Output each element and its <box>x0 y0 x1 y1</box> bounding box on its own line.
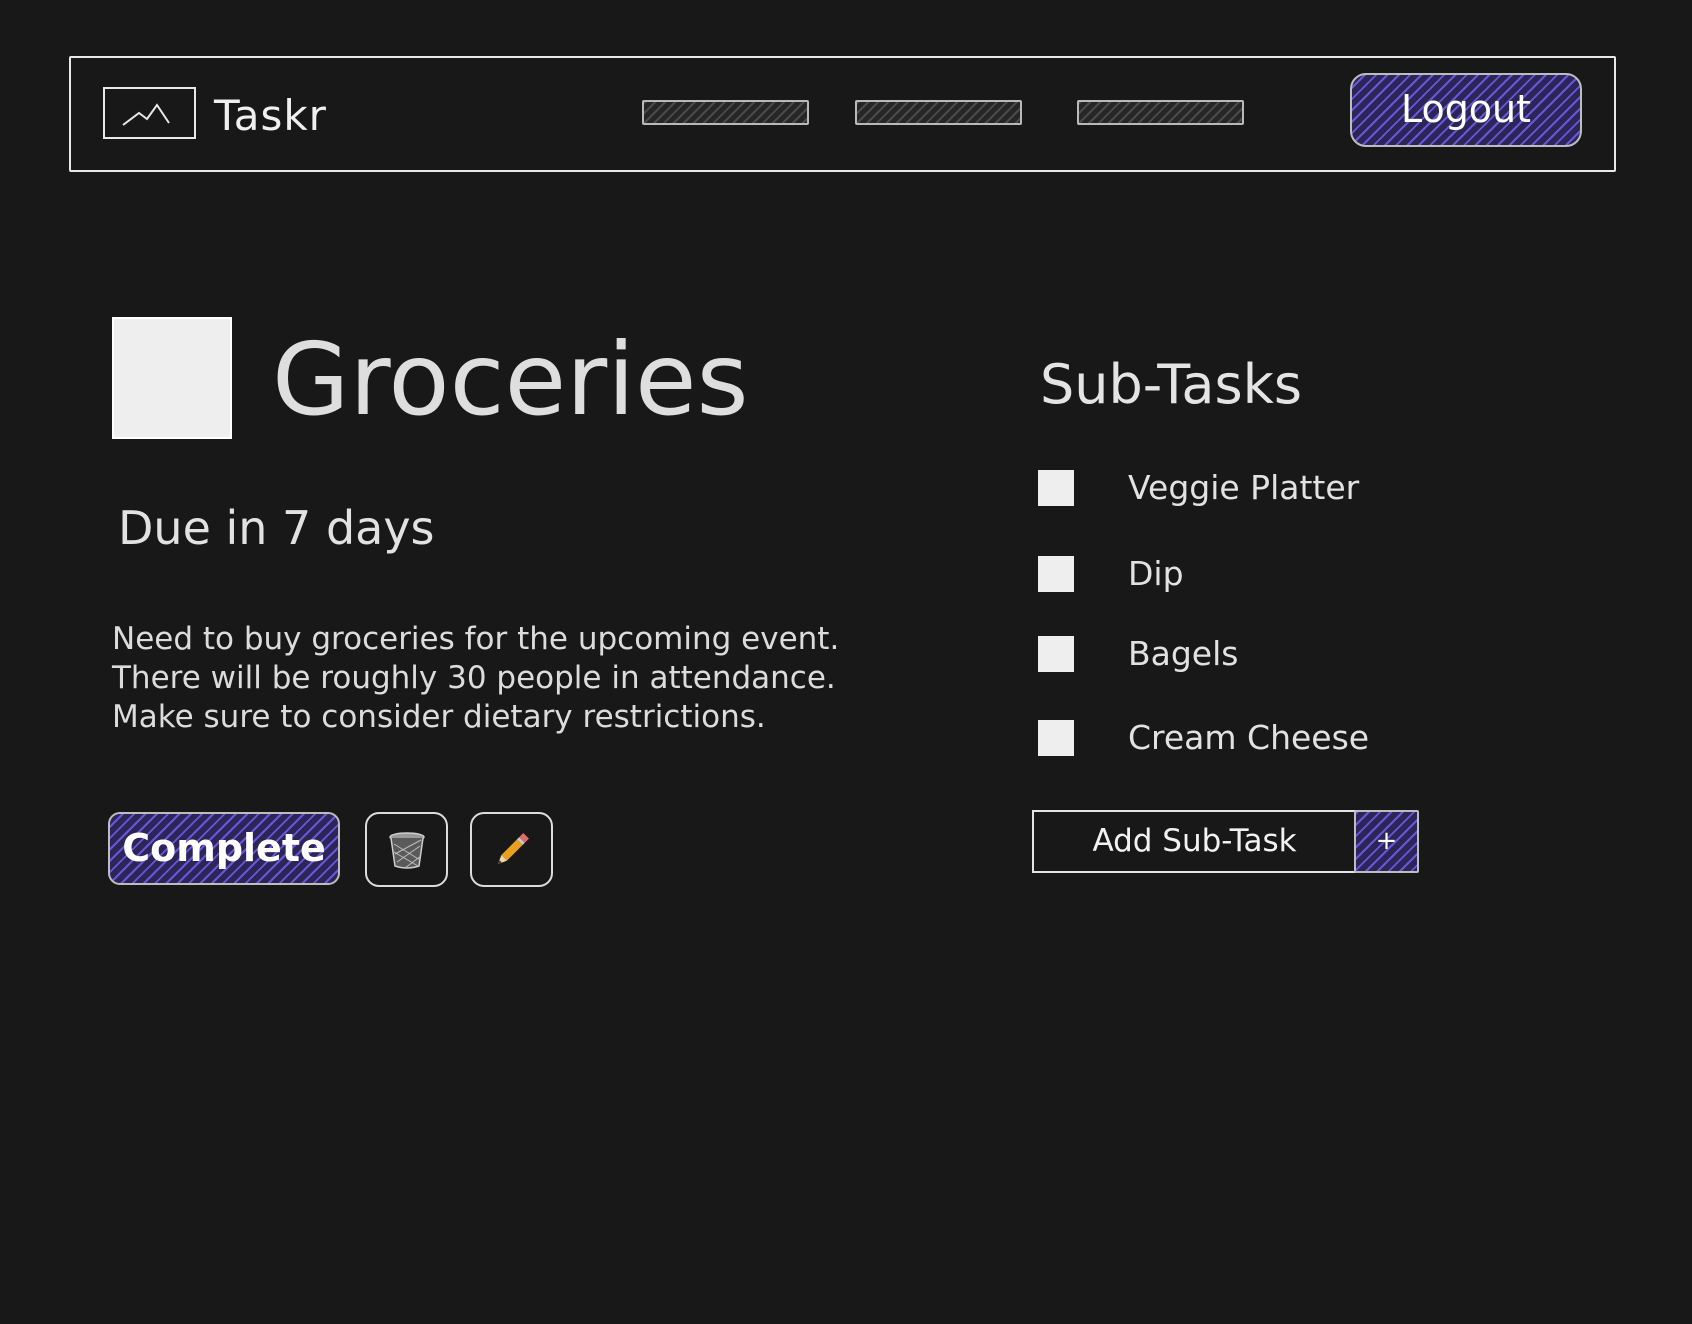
subtask-checkbox[interactable] <box>1038 720 1074 756</box>
mountain-icon <box>122 103 170 126</box>
pencil-icon <box>497 832 529 864</box>
task-description: Need to buy groceries for the upcoming e… <box>112 620 872 737</box>
delete-button[interactable] <box>365 812 448 887</box>
edit-button[interactable] <box>470 812 553 887</box>
description-line: Make sure to consider dietary restrictio… <box>112 699 766 735</box>
subtask-checkbox[interactable] <box>1038 470 1074 506</box>
trash-icon <box>388 831 425 869</box>
subtask-label: Dip <box>1128 554 1184 593</box>
subtask-item: Veggie Platter <box>1038 468 1538 510</box>
subtask-label: Veggie Platter <box>1128 468 1360 507</box>
subtask-checkbox[interactable] <box>1038 556 1074 592</box>
subtask-item: Cream Cheese <box>1038 718 1538 760</box>
logout-button[interactable]: Logout <box>1350 73 1582 147</box>
complete-button[interactable]: Complete <box>108 812 340 885</box>
task-title: Groceries <box>272 321 749 438</box>
task-complete-checkbox[interactable] <box>112 317 232 439</box>
subtask-item: Bagels <box>1038 634 1538 676</box>
subtask-label: Cream Cheese <box>1128 718 1370 757</box>
subtask-checkbox[interactable] <box>1038 636 1074 672</box>
logo-image-icon[interactable] <box>103 87 196 139</box>
add-subtask-input[interactable]: Add Sub-Task <box>1032 810 1357 873</box>
brand-name: Taskr <box>214 91 327 140</box>
nav-link-2[interactable] <box>855 100 1022 125</box>
due-date: Due in 7 days <box>118 501 435 555</box>
subtask-label: Bagels <box>1128 634 1239 673</box>
description-line: There will be roughly 30 people in atten… <box>112 660 836 696</box>
subtask-item: Dip <box>1038 554 1538 596</box>
subtasks-heading: Sub-Tasks <box>1040 353 1302 416</box>
description-line: Need to buy groceries for the upcoming e… <box>112 621 840 657</box>
nav-link-3[interactable] <box>1077 100 1244 125</box>
nav-link-1[interactable] <box>642 100 809 125</box>
add-subtask-button[interactable]: + <box>1354 810 1419 873</box>
